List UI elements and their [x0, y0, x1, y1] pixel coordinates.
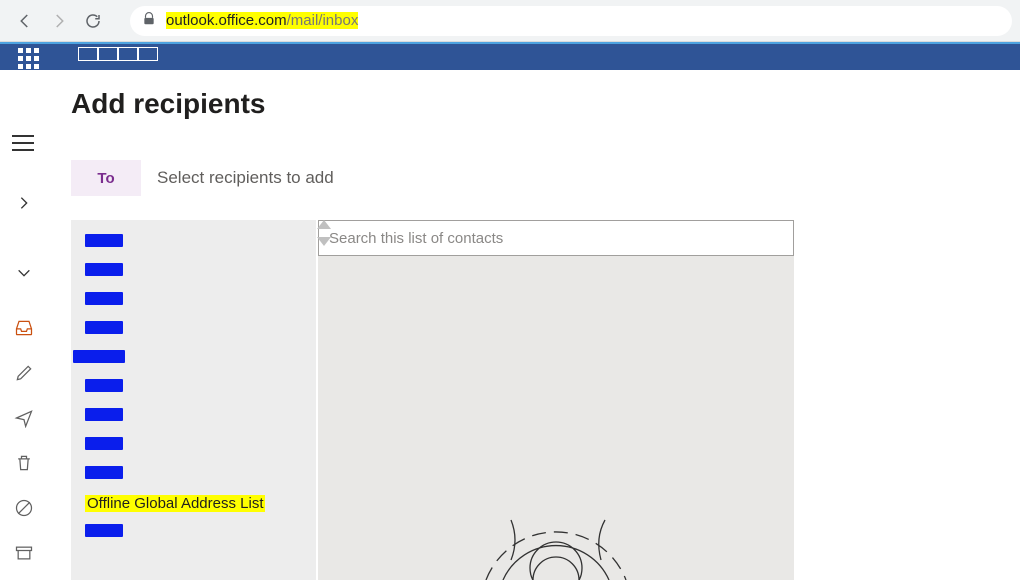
url-text: outlook.office.com/mail/inbox — [166, 12, 358, 29]
rail-blocked-icon[interactable] — [0, 485, 47, 530]
select-hint-label: Select recipients to add — [157, 168, 334, 188]
reload-button[interactable] — [76, 4, 110, 38]
empty-state-illustration — [318, 256, 794, 580]
address-bar[interactable]: outlook.office.com/mail/inbox — [130, 6, 1012, 36]
add-recipients-modal: Add recipients To Select recipients to a… — [47, 70, 1020, 581]
to-field-chip[interactable]: To — [71, 160, 141, 196]
rail-inbox-button[interactable] — [0, 305, 47, 350]
left-rail — [0, 70, 47, 581]
list-item[interactable] — [71, 257, 316, 286]
lock-icon — [142, 12, 156, 29]
forward-button[interactable] — [42, 4, 76, 38]
modal-title: Add recipients — [71, 88, 1020, 120]
contact-results-column — [318, 220, 794, 580]
offline-global-address-list-item[interactable]: Offline Global Address List — [71, 489, 316, 518]
rail-trash-icon[interactable] — [0, 440, 47, 485]
list-item[interactable] — [71, 373, 316, 402]
rail-compose-icon[interactable] — [0, 350, 47, 395]
list-item[interactable] — [71, 518, 316, 547]
list-item[interactable] — [71, 460, 316, 489]
search-contacts-input[interactable] — [318, 220, 794, 256]
directory-list[interactable]: Offline Global Address List — [71, 220, 316, 580]
app-launcher-button[interactable] — [8, 44, 48, 72]
back-button[interactable] — [8, 4, 42, 38]
scroll-up-icon[interactable] — [317, 220, 331, 229]
list-item[interactable] — [71, 315, 316, 344]
list-item[interactable] — [71, 431, 316, 460]
list-item[interactable] — [71, 402, 316, 431]
app-header — [0, 42, 1020, 70]
scroll-down-icon[interactable] — [317, 237, 331, 246]
header-logo-redacted — [78, 47, 158, 61]
browser-toolbar: outlook.office.com/mail/inbox — [0, 0, 1020, 42]
rail-archive-icon[interactable] — [0, 530, 47, 575]
rail-send-icon[interactable] — [0, 395, 47, 440]
list-item[interactable] — [59, 344, 316, 373]
list-item[interactable] — [71, 228, 316, 257]
list-item[interactable] — [71, 286, 316, 315]
